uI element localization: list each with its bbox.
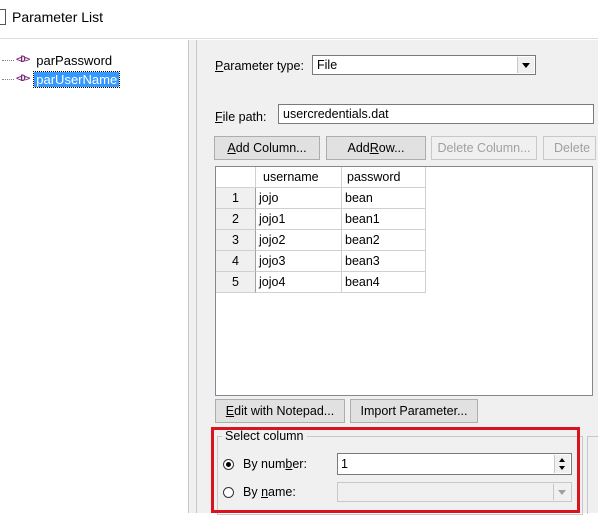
grid-cell[interactable]: jojo1 (256, 209, 342, 230)
tree-item-label: parPassword (36, 52, 113, 68)
highlight-box (211, 427, 580, 513)
secondary-group-edge (587, 436, 598, 514)
tree-connector (2, 59, 14, 61)
row-header[interactable]: 5 (216, 272, 256, 293)
tree-connector (2, 78, 14, 80)
delete-row-button[interactable]: Delete (543, 136, 596, 160)
grid-corner (216, 167, 256, 188)
row-header[interactable]: 2 (216, 209, 256, 230)
parameter-tree[interactable]: <D> parPassword <D> parUserName (0, 40, 189, 513)
column-header-username[interactable]: username (256, 167, 342, 188)
grid-cell[interactable]: bean3 (342, 251, 426, 272)
add-row-button[interactable]: Add Row... (326, 136, 426, 160)
window-title: Parameter List (12, 9, 104, 25)
chevron-down-icon[interactable] (517, 57, 534, 73)
window-icon (0, 9, 6, 25)
tree-item-parusername[interactable]: <D> parUserName (2, 70, 121, 88)
file-path-input[interactable]: usercredentials.dat (278, 104, 594, 124)
tree-item-label: parUserName (33, 70, 121, 88)
row-header[interactable]: 1 (216, 188, 256, 209)
title-bar: Parameter List (0, 0, 598, 39)
grid-cell[interactable]: bean4 (342, 272, 426, 293)
grid-cell[interactable]: jojo2 (256, 230, 342, 251)
parameter-type-label: Parameter type: (215, 59, 304, 73)
parameter-grid[interactable]: username password 1 jojo bean 2 jojo1 be… (215, 166, 593, 396)
delete-column-button[interactable]: Delete Column... (431, 136, 537, 160)
edit-with-notepad-button[interactable]: Edit with Notepad... (215, 399, 345, 423)
parameter-type-value: File (317, 58, 338, 72)
add-column-button[interactable]: Add Column... (214, 136, 320, 160)
row-header[interactable]: 4 (216, 251, 256, 272)
pane-splitter[interactable] (188, 40, 197, 513)
grid-cell[interactable]: bean1 (342, 209, 426, 230)
grid-cell[interactable]: jojo3 (256, 251, 342, 272)
grid-cell[interactable]: bean (342, 188, 426, 209)
parameter-icon: <D> (16, 74, 30, 84)
grid-cell[interactable]: jojo (256, 188, 342, 209)
import-parameter-button[interactable]: Import Parameter... (350, 399, 478, 423)
row-header[interactable]: 3 (216, 230, 256, 251)
grid-cell[interactable]: bean2 (342, 230, 426, 251)
file-path-label: File path: (215, 110, 267, 124)
column-header-password[interactable]: password (342, 167, 426, 188)
parameter-type-select[interactable]: File (312, 55, 536, 75)
parameter-icon: <D> (16, 55, 30, 65)
grid-cell[interactable]: jojo4 (256, 272, 342, 293)
tree-item-parpassword[interactable]: <D> parPassword (2, 52, 114, 68)
